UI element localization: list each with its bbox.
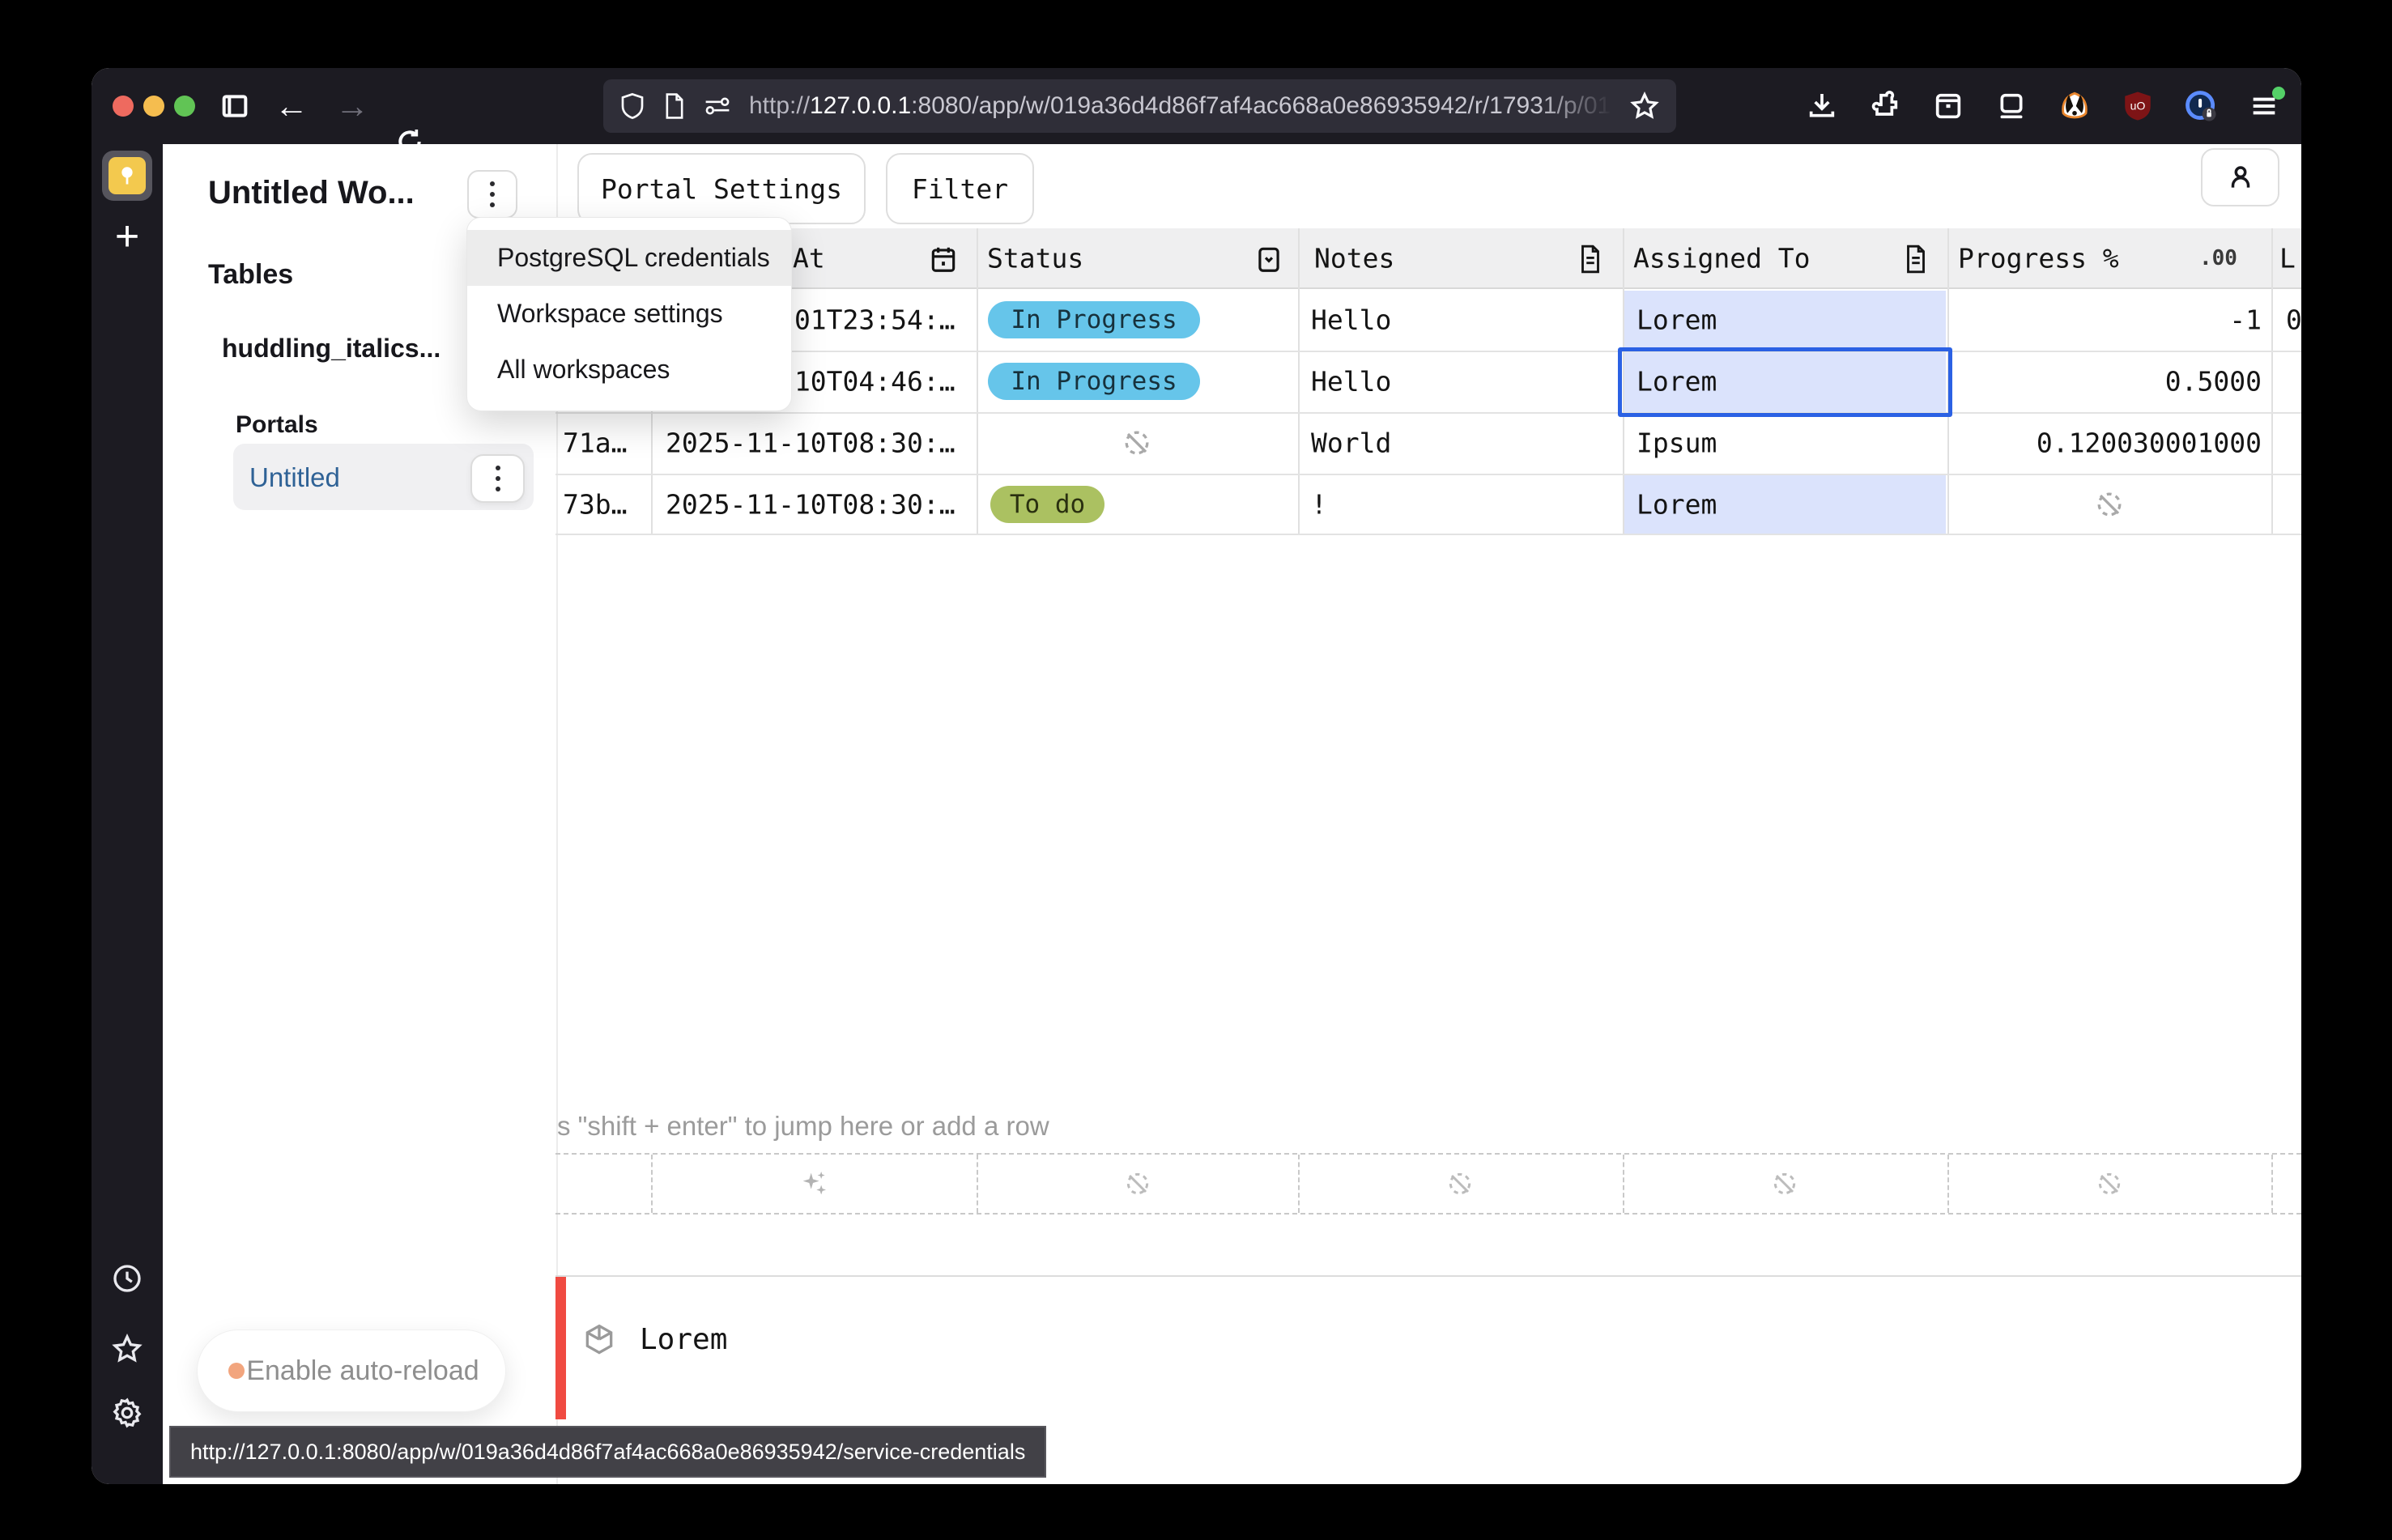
sparkles-icon xyxy=(798,1168,830,1200)
section-divider xyxy=(555,1275,2301,1277)
minimize-window-button[interactable] xyxy=(143,96,164,117)
workspace-app-icon[interactable] xyxy=(102,151,152,201)
person-icon xyxy=(2225,162,2256,193)
empty-value-icon xyxy=(1444,1168,1476,1200)
settings-gear-icon[interactable] xyxy=(111,1397,143,1429)
auto-reload-status-dot xyxy=(228,1363,245,1379)
pin-icon xyxy=(109,157,146,194)
cell-progress[interactable]: -1 xyxy=(2229,304,2262,336)
workspace-context-menu: PostgreSQL credentials Workspace setting… xyxy=(466,217,792,411)
decimal-format-icon: .00 xyxy=(2199,246,2237,270)
onepassword-icon[interactable] xyxy=(2183,88,2219,124)
page-info-icon[interactable] xyxy=(663,92,686,120)
filter-button[interactable]: Filter xyxy=(886,153,1034,224)
cell-assigned[interactable]: Lorem xyxy=(1637,489,1717,521)
portal-menu-button[interactable] xyxy=(470,454,525,503)
cell-notes[interactable]: ! xyxy=(1311,489,1327,521)
downloads-icon[interactable] xyxy=(1804,88,1840,124)
zoom-window-button[interactable] xyxy=(174,96,195,117)
user-account-button[interactable] xyxy=(2201,148,2279,206)
ublock-origin-icon[interactable]: uO xyxy=(2120,88,2156,124)
column-header-notes[interactable]: Notes xyxy=(1314,243,1394,274)
portal-settings-button[interactable]: Portal Settings xyxy=(577,153,866,224)
svg-text:uO: uO xyxy=(2130,99,2146,112)
tab-manager-icon[interactable] xyxy=(1994,88,2029,124)
cell-assigned[interactable]: Lorem xyxy=(1637,366,1717,398)
toolbar-extension-area: uO xyxy=(1804,68,2282,144)
desktop: ← → http://127.0.0.1:8080/app/w/019a36d4… xyxy=(0,0,2392,1540)
history-clock-icon[interactable] xyxy=(111,1262,143,1295)
column-header-assigned[interactable]: Assigned To xyxy=(1633,243,1811,274)
jump-hint-text: s "shift + enter" to jump here or add a … xyxy=(557,1111,1049,1142)
favorites-star-icon[interactable] xyxy=(111,1333,143,1365)
record-title[interactable]: Lorem xyxy=(640,1322,727,1358)
cell-notes[interactable]: World xyxy=(1311,428,1391,459)
column-header-progress[interactable]: Progress % xyxy=(1958,243,2119,274)
menu-item-workspace-settings[interactable]: Workspace settings xyxy=(467,286,791,342)
new-row-placeholder[interactable] xyxy=(555,1153,2301,1215)
cell-progress[interactable]: 0.120030001000 xyxy=(2037,428,2262,459)
add-workspace-button[interactable]: + xyxy=(92,215,163,257)
column-header-date[interactable]: At xyxy=(793,243,825,274)
menu-item-postgresql-credentials[interactable]: PostgreSQL credentials xyxy=(467,230,791,286)
bookmark-star-icon[interactable] xyxy=(1629,91,1660,121)
cell-assigned[interactable]: Ipsum xyxy=(1637,428,1717,459)
text-field-icon[interactable] xyxy=(1576,244,1605,274)
cell-last[interactable]: 0 xyxy=(2286,304,2301,336)
cell-notes[interactable]: Hello xyxy=(1311,366,1391,398)
browser-window: ← → http://127.0.0.1:8080/app/w/019a36d4… xyxy=(92,68,2301,1484)
sidebar-toggle-icon[interactable] xyxy=(217,88,253,124)
browser-toolbar: ← → http://127.0.0.1:8080/app/w/019a36d4… xyxy=(92,68,2301,144)
empty-value-icon[interactable] xyxy=(1119,425,1155,461)
status-bar-url: http://127.0.0.1:8080/app/w/019a36d4d86f… xyxy=(169,1426,1046,1478)
empty-value-icon[interactable] xyxy=(2092,487,2127,522)
status-badge[interactable]: In Progress xyxy=(988,301,1200,338)
url-bar[interactable]: http://127.0.0.1:8080/app/w/019a36d4d86f… xyxy=(603,79,1676,133)
cell-notes[interactable]: Hello xyxy=(1311,304,1391,336)
menu-notification-dot xyxy=(2272,87,2285,100)
portals-section-label: Portals xyxy=(236,411,318,439)
close-window-button[interactable] xyxy=(113,96,134,117)
sidebar-item-portal-untitled[interactable]: Untitled xyxy=(233,444,534,510)
workspace-title: Untitled Wo... xyxy=(208,175,415,211)
cube-icon xyxy=(581,1322,617,1358)
text-field-icon[interactable] xyxy=(1901,244,1930,274)
portal-name[interactable]: Untitled xyxy=(249,462,340,493)
library-archive-icon[interactable] xyxy=(1930,88,1966,124)
calendar-icon[interactable] xyxy=(928,244,959,274)
empty-value-icon xyxy=(2093,1168,2126,1200)
status-badge[interactable]: To do xyxy=(990,486,1104,523)
column-header-status[interactable]: Status xyxy=(987,243,1083,274)
cell-date[interactable]: 2025-11-10T08:30:… xyxy=(666,489,956,521)
auto-reload-label: Enable auto-reload xyxy=(245,1355,505,1387)
sidebar-item-table[interactable]: huddling_italics... xyxy=(222,334,441,364)
cell-assigned[interactable]: Lorem xyxy=(1637,304,1717,336)
column-header-last[interactable]: L xyxy=(2279,243,2296,274)
data-grid: At Status Notes Assigned To Progress % .… xyxy=(555,228,2301,535)
extensions-puzzle-icon[interactable] xyxy=(1867,88,1903,124)
cell-record-id[interactable]: 73b… xyxy=(563,489,627,521)
cell-progress[interactable]: 0.5000 xyxy=(2165,366,2262,398)
app-menu-icon[interactable] xyxy=(2246,88,2282,124)
record-accent-bar xyxy=(555,1277,566,1419)
url-text[interactable]: http://127.0.0.1:8080/app/w/019a36d4d86f… xyxy=(749,92,1611,120)
cell-record-id[interactable]: 71a… xyxy=(563,428,627,459)
workspace-menu-button[interactable] xyxy=(467,170,517,219)
enable-auto-reload-button[interactable]: Enable auto-reload xyxy=(197,1329,506,1412)
empty-value-icon xyxy=(1122,1168,1154,1200)
app-rail: + xyxy=(92,144,163,1484)
permissions-icon[interactable] xyxy=(704,94,731,118)
menu-item-all-workspaces[interactable]: All workspaces xyxy=(467,342,791,398)
select-field-icon[interactable] xyxy=(1253,244,1284,274)
privacy-badger-icon[interactable] xyxy=(2057,88,2092,124)
forward-button[interactable]: → xyxy=(328,68,377,144)
status-badge[interactable]: In Progress xyxy=(988,363,1200,400)
empty-value-icon xyxy=(1768,1168,1801,1200)
back-button[interactable]: ← xyxy=(267,68,316,144)
shield-icon[interactable] xyxy=(619,91,645,121)
tables-section-label: Tables xyxy=(208,259,293,291)
cell-date[interactable]: 2025-11-10T08:30:… xyxy=(666,428,956,459)
